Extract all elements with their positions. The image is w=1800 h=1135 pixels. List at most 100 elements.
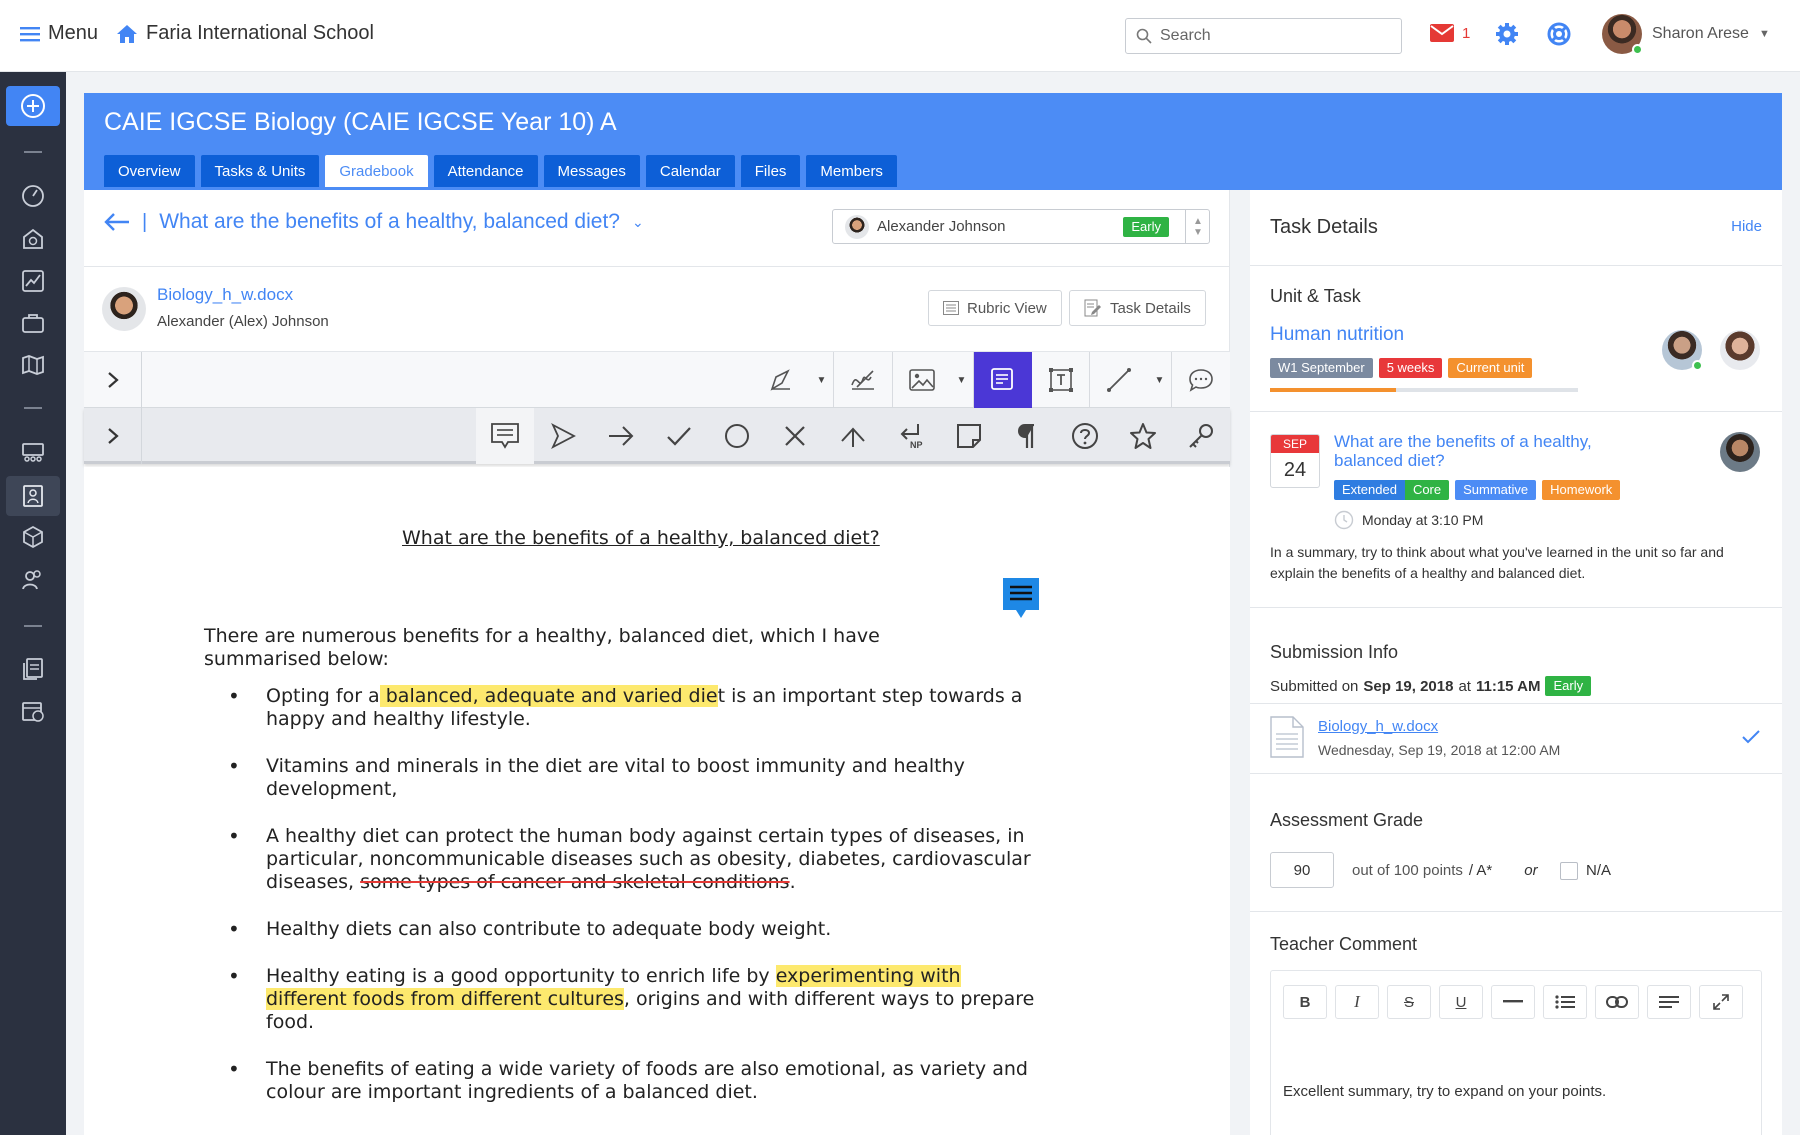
edit-document-icon xyxy=(1084,299,1101,317)
circle-stamp-tool[interactable] xyxy=(708,408,766,464)
note-tool[interactable] xyxy=(974,352,1032,408)
submission-info-section: Submission Info Submitted on Sep 19, 201… xyxy=(1250,608,1782,704)
strikethrough-button[interactable]: S xyxy=(1387,985,1431,1019)
bulleted-list-button[interactable] xyxy=(1543,985,1587,1019)
image-tool-dropdown[interactable]: ▼ xyxy=(950,352,974,408)
rail-analytics[interactable] xyxy=(18,266,48,296)
online-indicator xyxy=(1632,44,1643,55)
unit-link[interactable]: Human nutrition xyxy=(1270,324,1404,346)
tab-overview[interactable]: Overview xyxy=(104,155,195,187)
task-question-dropdown[interactable]: What are the benefits of a healthy, bala… xyxy=(159,210,620,234)
help-button[interactable] xyxy=(1547,22,1571,51)
rail-calendar[interactable] xyxy=(18,696,48,726)
image-tool[interactable] xyxy=(892,352,950,408)
task-title-link[interactable]: What are the benefits of a healthy, bala… xyxy=(1334,432,1634,470)
check-stamp-tool[interactable] xyxy=(650,408,708,464)
rail-teaching[interactable] xyxy=(18,481,48,511)
rail-curriculum[interactable] xyxy=(18,522,48,552)
search-box[interactable] xyxy=(1125,18,1402,54)
play-stamp-tool[interactable] xyxy=(534,408,592,464)
user-menu[interactable]: Sharon Arese ▼ xyxy=(1602,14,1770,55)
insert-stamp-tool[interactable] xyxy=(824,408,882,464)
grade-scale: out of 100 points / A* or xyxy=(1352,862,1538,879)
submitted-file-link[interactable]: Biology_h_w.docx xyxy=(1318,718,1438,735)
bold-button[interactable]: B xyxy=(1283,985,1327,1019)
tab-tasks-units[interactable]: Tasks & Units xyxy=(200,155,320,187)
sticky-note-tool[interactable] xyxy=(940,408,998,464)
tab-files[interactable]: Files xyxy=(740,155,801,187)
hide-panel-link[interactable]: Hide xyxy=(1731,218,1762,235)
cross-stamp-tool[interactable] xyxy=(766,408,824,464)
key-stamp-tool[interactable] xyxy=(1172,408,1230,464)
messages-button[interactable]: 1 xyxy=(1430,24,1470,42)
pen-tool-dropdown[interactable]: ▼ xyxy=(810,352,834,408)
settings-button[interactable] xyxy=(1495,22,1519,51)
paragraph-stamp-tool[interactable] xyxy=(998,408,1056,464)
rail-people[interactable] xyxy=(18,565,48,595)
text-segment: Healthy eating is a good opportunity to … xyxy=(266,965,776,987)
line-tool[interactable] xyxy=(1090,352,1148,408)
tab-messages[interactable]: Messages xyxy=(543,155,640,187)
align-button[interactable] xyxy=(1647,985,1691,1019)
grade-input[interactable]: 90 xyxy=(1270,852,1334,888)
check-icon xyxy=(1742,730,1760,744)
link-button[interactable] xyxy=(1595,985,1639,1019)
menu-button[interactable]: Menu xyxy=(20,22,98,45)
student-stepper[interactable]: ▲ ▼ xyxy=(1185,209,1210,244)
school-link[interactable]: Faria International School xyxy=(116,22,374,45)
new-paragraph-stamp-tool[interactable]: NP xyxy=(882,408,940,464)
tab-attendance[interactable]: Attendance xyxy=(433,155,538,187)
chevron-down-icon[interactable]: ⌄ xyxy=(632,214,644,231)
na-checkbox[interactable] xyxy=(1560,862,1578,880)
chevron-up-icon[interactable]: ▲ xyxy=(1193,216,1203,227)
student-selector[interactable]: Alexander Johnson Early xyxy=(832,209,1210,244)
comment-tool[interactable] xyxy=(1172,352,1230,408)
document-viewer[interactable]: What are the benefits of a healthy, bala… xyxy=(84,467,1230,1135)
comment-stamp-tool[interactable] xyxy=(476,408,534,464)
highlight-annotation[interactable]: balanced, adequate and varied die xyxy=(379,685,718,707)
star-stamp-tool[interactable] xyxy=(1114,408,1172,464)
rail-portfolio[interactable] xyxy=(18,308,48,338)
search-input[interactable] xyxy=(1160,27,1380,45)
pen-tool[interactable] xyxy=(752,352,810,408)
strikethrough-icon: S xyxy=(1403,993,1414,1011)
back-arrow-icon[interactable] xyxy=(104,212,130,232)
rail-home[interactable] xyxy=(18,224,48,254)
comment-marker-icon[interactable] xyxy=(1001,576,1041,625)
fullscreen-button[interactable] xyxy=(1699,985,1743,1019)
expand-toolbar-button[interactable] xyxy=(84,352,142,408)
rail-map[interactable] xyxy=(18,350,48,380)
user-avatar xyxy=(1602,14,1643,55)
expand-icon xyxy=(1713,994,1729,1010)
signature-tool[interactable] xyxy=(834,352,892,408)
calendar-month: SEP xyxy=(1271,435,1319,453)
question-stamp-tool[interactable] xyxy=(1056,408,1114,464)
tab-gradebook[interactable]: Gradebook xyxy=(325,155,428,187)
arrow-stamp-tool[interactable] xyxy=(592,408,650,464)
file-link[interactable]: Biology_h_w.docx xyxy=(157,285,329,305)
line-tool-dropdown[interactable]: ▼ xyxy=(1148,352,1172,408)
rail-reports[interactable] xyxy=(18,654,48,684)
task-details-panel: Task Details Hide Unit & Task Human nutr… xyxy=(1250,190,1782,1135)
rubric-view-button[interactable]: Rubric View xyxy=(928,290,1062,326)
rail-dashboard[interactable] xyxy=(18,181,48,211)
text-segment: The benefits of eating a wide variety of… xyxy=(266,1058,1028,1103)
expand-toolbar-button[interactable] xyxy=(84,408,142,464)
horizontal-rule-button[interactable] xyxy=(1491,985,1535,1019)
add-button[interactable] xyxy=(6,86,60,126)
due-time-text: Monday at 3:10 PM xyxy=(1362,512,1484,528)
rail-classes[interactable] xyxy=(18,438,48,468)
chevron-down-icon[interactable]: ▼ xyxy=(1193,227,1203,238)
plus-circle-icon xyxy=(21,94,45,118)
strikethrough-annotation[interactable]: some types of cancer and skeletal condit… xyxy=(360,871,789,893)
comment-editor[interactable]: B I S U Excellent summary, try to expand… xyxy=(1270,970,1762,1135)
tab-calendar[interactable]: Calendar xyxy=(645,155,735,187)
tab-members[interactable]: Members xyxy=(806,155,897,187)
italic-button[interactable]: I xyxy=(1335,985,1379,1019)
text-segment: . xyxy=(789,871,796,893)
underline-button[interactable]: U xyxy=(1439,985,1483,1019)
due-date-calendar: SEP 24 xyxy=(1270,434,1320,488)
task-details-button[interactable]: Task Details xyxy=(1069,290,1206,326)
text-box-tool[interactable] xyxy=(1032,352,1090,408)
rubric-view-label: Rubric View xyxy=(967,299,1047,317)
